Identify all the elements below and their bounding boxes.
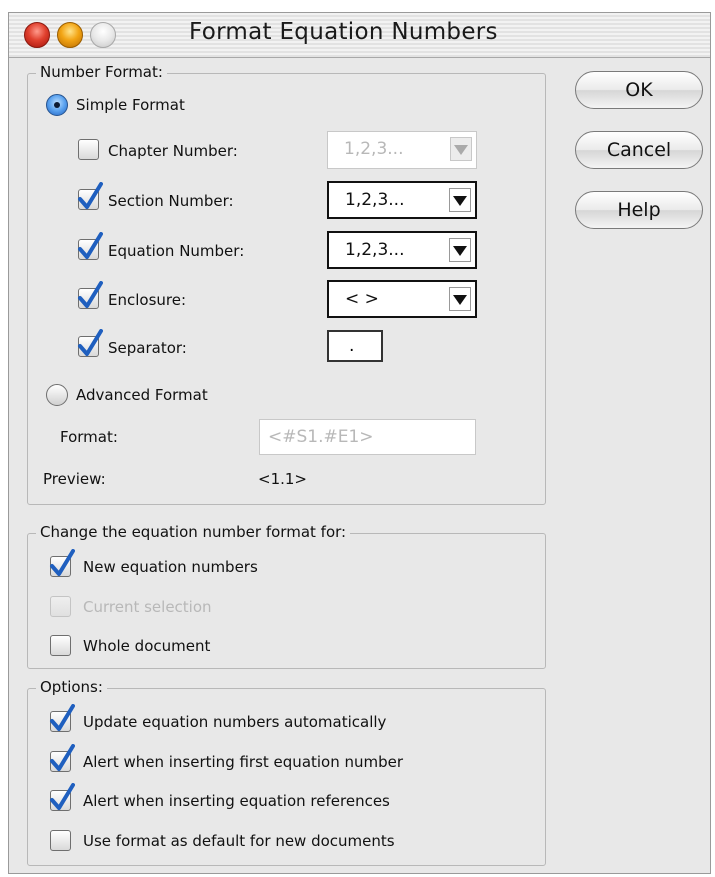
preview-label: Preview:	[43, 470, 106, 488]
title-bar[interactable]: Format Equation Numbers	[9, 13, 710, 58]
format-label: Format:	[60, 428, 118, 446]
separator-label[interactable]: Separator:	[108, 339, 187, 357]
section-number-select[interactable]: 1,2,3...	[327, 181, 477, 219]
checkmark-icon	[50, 549, 75, 576]
update-automatically-checkbox[interactable]	[50, 704, 75, 732]
section-number-value: 1,2,3...	[345, 190, 405, 210]
alert-first-label[interactable]: Alert when inserting first equation numb…	[83, 753, 403, 771]
new-equation-numbers-checkbox[interactable]	[50, 549, 75, 577]
advanced-format-label[interactable]: Advanced Format	[76, 386, 208, 404]
options-group: Options: Update equation numbers automat…	[27, 678, 546, 866]
whole-document-label[interactable]: Whole document	[83, 637, 210, 655]
number-format-legend: Number Format:	[36, 63, 167, 81]
change-format-for-legend: Change the equation number format for:	[36, 523, 351, 541]
chevron-down-icon	[449, 238, 471, 262]
advanced-format-radio[interactable]	[46, 384, 68, 406]
chevron-down-icon	[449, 188, 471, 212]
whole-document-checkbox[interactable]	[50, 635, 71, 656]
chevron-down-icon	[450, 137, 472, 161]
chevron-down-icon	[449, 287, 471, 311]
checkmark-icon	[50, 783, 75, 810]
simple-format-label[interactable]: Simple Format	[76, 96, 185, 114]
use-as-default-label[interactable]: Use format as default for new documents	[83, 832, 395, 850]
simple-format-radio[interactable]	[46, 94, 68, 116]
equation-number-label[interactable]: Equation Number:	[108, 242, 244, 260]
chapter-number-label[interactable]: Chapter Number:	[108, 142, 238, 160]
update-automatically-label[interactable]: Update equation numbers automatically	[83, 713, 386, 731]
section-number-checkbox[interactable]	[78, 182, 103, 210]
enclosure-value: < >	[345, 289, 379, 309]
number-format-group: Number Format: Simple Format Chapter Num…	[27, 63, 546, 505]
chapter-number-value: 1,2,3...	[344, 139, 404, 159]
format-equation-numbers-dialog: Format Equation Numbers Number Format: S…	[8, 12, 711, 874]
use-as-default-checkbox[interactable]	[50, 830, 71, 851]
chapter-number-checkbox[interactable]	[78, 139, 99, 160]
equation-number-value: 1,2,3...	[345, 240, 405, 260]
options-legend: Options:	[36, 678, 107, 696]
enclosure-label[interactable]: Enclosure:	[108, 291, 186, 309]
checkmark-icon	[50, 704, 75, 731]
checkmark-icon	[78, 232, 103, 259]
preview-value: <1.1>	[258, 470, 307, 488]
help-button[interactable]: Help	[575, 191, 703, 229]
checkmark-icon	[78, 182, 103, 209]
cancel-button[interactable]: Cancel	[575, 131, 703, 169]
enclosure-checkbox[interactable]	[78, 281, 103, 309]
equation-number-checkbox[interactable]	[78, 232, 103, 260]
separator-checkbox[interactable]	[78, 329, 103, 357]
checkmark-icon	[78, 329, 103, 356]
change-format-for-group: Change the equation number format for: N…	[27, 523, 546, 669]
equation-number-select[interactable]: 1,2,3...	[327, 231, 477, 269]
new-equation-numbers-label[interactable]: New equation numbers	[83, 558, 258, 576]
current-selection-label: Current selection	[83, 598, 212, 616]
checkmark-icon	[50, 744, 75, 771]
enclosure-select[interactable]: < >	[327, 280, 477, 318]
ok-button[interactable]: OK	[575, 71, 703, 109]
close-button[interactable]	[24, 22, 50, 48]
alert-first-checkbox[interactable]	[50, 744, 75, 772]
window-title: Format Equation Numbers	[189, 19, 498, 45]
alert-references-checkbox[interactable]	[50, 783, 75, 811]
section-number-label[interactable]: Section Number:	[108, 192, 234, 210]
separator-input[interactable]: .	[327, 330, 383, 362]
minimize-button[interactable]	[57, 22, 83, 48]
checkmark-icon	[78, 281, 103, 308]
alert-references-label[interactable]: Alert when inserting equation references	[83, 792, 390, 810]
format-input: <#S1.#E1>	[259, 419, 476, 455]
zoom-button[interactable]	[90, 22, 116, 48]
radio-dot-icon	[54, 102, 60, 108]
chapter-number-select: 1,2,3...	[327, 131, 477, 169]
current-selection-checkbox	[50, 596, 71, 617]
